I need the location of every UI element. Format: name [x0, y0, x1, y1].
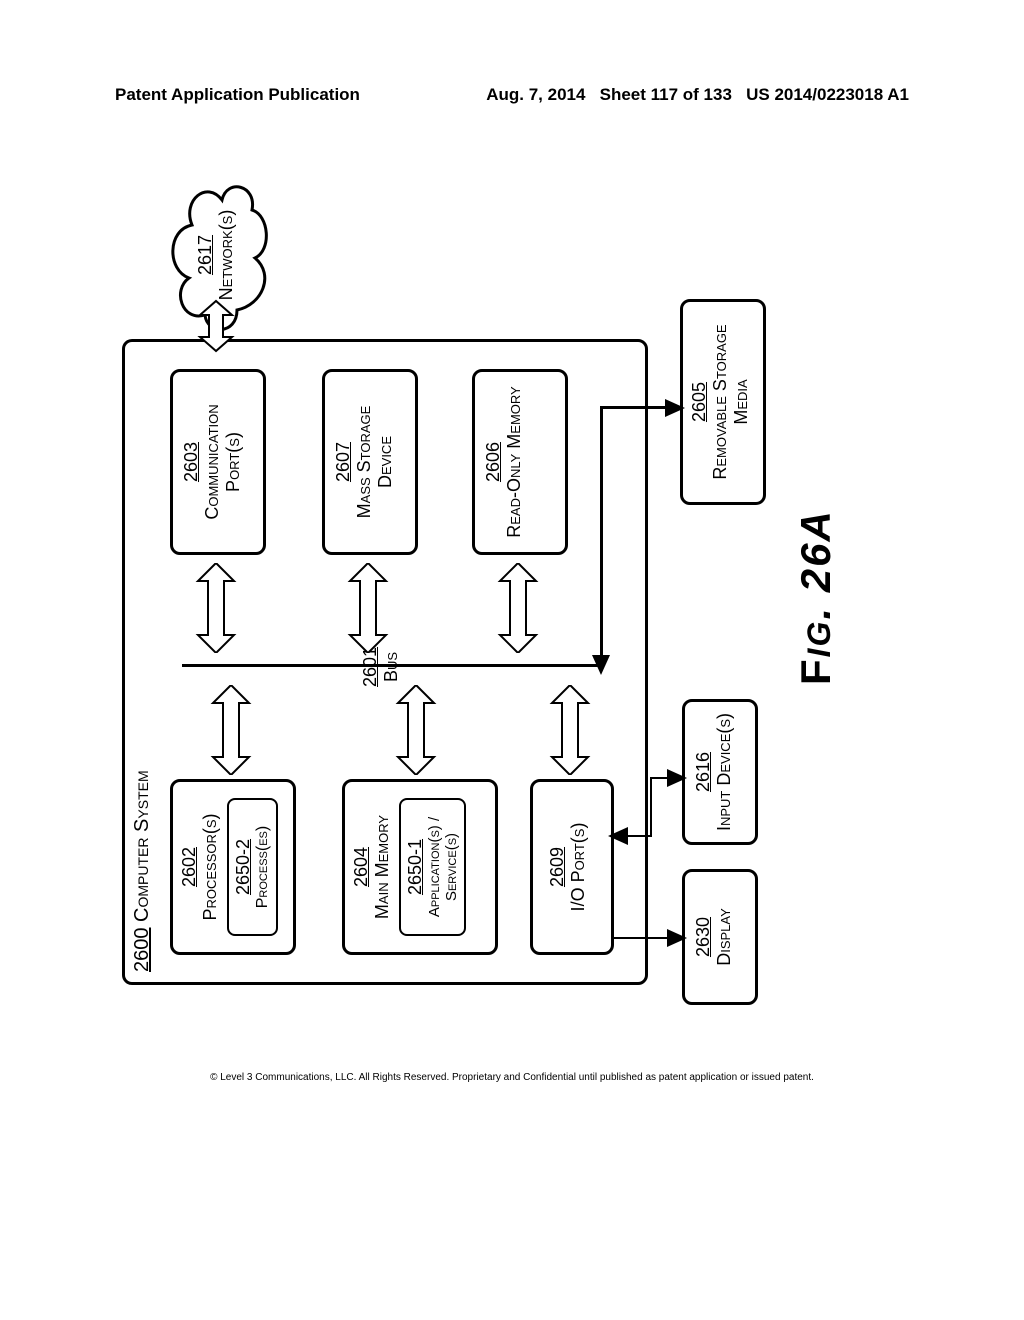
rom-text: Read-Only Memory [504, 378, 525, 546]
rom-box: 2606 Read-Only Memory [472, 369, 568, 555]
arrow-mainmemory-bus [392, 685, 440, 775]
computer-system-label: 2600 Computer System [131, 770, 154, 972]
rom-ref: 2606 [483, 442, 503, 482]
footer-copyright: © Level 3 Communications, LLC. All Right… [0, 1072, 1024, 1083]
display-ref: 2630 [693, 917, 713, 957]
figure-caption: FIG. Fig. 26A26A [792, 509, 840, 685]
display-box: 2630 Display [682, 869, 758, 1005]
display-text: Display [714, 878, 735, 996]
arrow-removable-left [592, 655, 610, 675]
comm-port-ref: 2603 [181, 442, 201, 482]
bus-text: Bus [381, 652, 401, 682]
removable-storage-text: Removable Storage Media [710, 308, 752, 496]
page-header: Patent Application Publication Aug. 7, 2… [0, 85, 1024, 105]
processor-text: Processor(s) [200, 788, 221, 946]
processor-box: 2602 Processor(s) 2650-2 Process(es) [170, 779, 296, 955]
input-device-ref: 2616 [693, 752, 713, 792]
arrow-bus-comm [192, 563, 240, 653]
application-ref: 2650-1 [405, 839, 425, 895]
processes-box: 2650-2 Process(es) [227, 798, 278, 936]
removable-storage-box: 2605 Removable Storage Media [680, 299, 766, 505]
arrow-comm-network [192, 321, 240, 371]
application-text: Application(s) / Service(s) [426, 806, 460, 928]
processes-ref: 2650-2 [233, 839, 253, 895]
line-bus-removable-h [600, 407, 603, 667]
arrow-input-up [608, 827, 628, 845]
processes-text: Process(es) [254, 806, 272, 928]
main-memory-text: Main Memory [372, 788, 393, 946]
arrow-ioport-bus [546, 685, 594, 775]
comm-port-box: 2603 Communication Port(s) [170, 369, 266, 555]
mass-storage-text: Mass Storage Device [354, 378, 396, 546]
arrow-processor-bus [207, 685, 255, 775]
header-pubnum: US 2014/0223018 A1 [746, 85, 909, 104]
arrow-bus-mass [344, 563, 392, 653]
mass-storage-box: 2607 Mass Storage Device [322, 369, 418, 555]
header-date: Aug. 7, 2014 [486, 85, 585, 104]
arrow-input-down [667, 769, 687, 787]
arrow-removable-down [665, 399, 685, 417]
figure-26a-diagram: 2600 Computer System 2601 Bus 2602 Proce… [122, 195, 882, 985]
header-publication: Patent Application Publication [115, 85, 360, 105]
comm-port-text: Communication Port(s) [202, 378, 244, 546]
arrow-bus-rom [494, 563, 542, 653]
main-memory-ref: 2604 [351, 847, 371, 887]
computer-system-ref: 2600 [131, 928, 153, 973]
io-port-box: 2609 I/O Port(s) [530, 779, 614, 955]
io-port-ref: 2609 [547, 847, 567, 887]
network-ref: 2617 [195, 235, 215, 275]
input-device-box: 2616 Input Device(s) [682, 699, 758, 845]
line-ioport-input-h [650, 777, 652, 837]
application-box: 2650-1 Application(s) / Service(s) [399, 798, 466, 936]
header-sheet: Sheet 117 of 133 [600, 85, 732, 104]
arrow-ioport-display-head [667, 929, 687, 947]
io-port-text: I/O Port(s) [568, 788, 589, 946]
main-memory-box: 2604 Main Memory 2650-1 Application(s) /… [342, 779, 498, 955]
computer-system-text: Computer System [131, 770, 153, 922]
header-meta: Aug. 7, 2014 Sheet 117 of 133 US 2014/02… [486, 85, 909, 105]
input-device-text: Input Device(s) [714, 708, 735, 836]
mass-storage-ref: 2607 [333, 442, 353, 482]
processor-ref: 2602 [179, 847, 199, 887]
removable-storage-ref: 2605 [689, 382, 709, 422]
